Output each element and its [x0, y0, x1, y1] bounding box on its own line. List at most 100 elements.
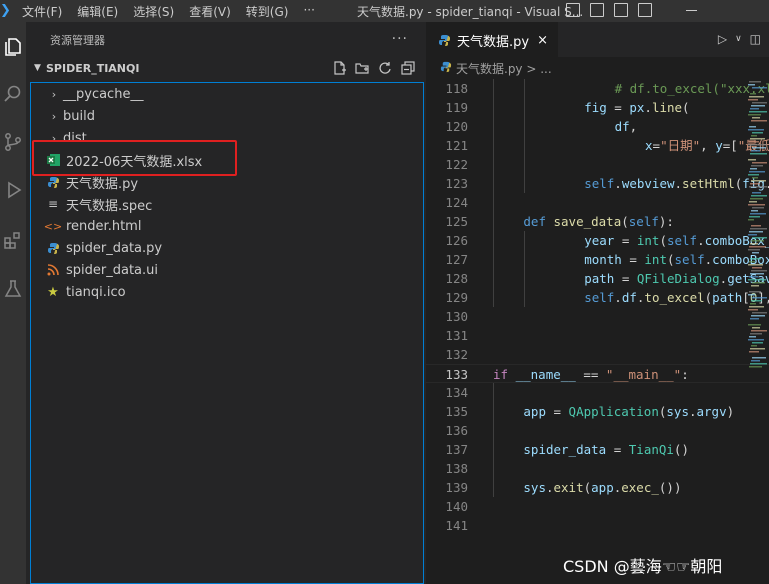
code-line[interactable]: 127 month = int(self.comboBox: [426, 250, 769, 269]
watermark: CSDN @藝海☜☞朝阳: [563, 557, 723, 576]
minimap-line: [750, 108, 759, 110]
python-file-icon: [45, 240, 61, 256]
toggle-secondary-sidebar-icon[interactable]: [614, 3, 628, 17]
editor-area: 天气数据.py × ▷ ∨ ◫ 天气数据.py > ... 118 # df.to…: [426, 22, 769, 584]
minimap[interactable]: [746, 79, 769, 419]
minimize-icon[interactable]: [686, 10, 697, 11]
chevron-down-icon[interactable]: ▼: [34, 63, 46, 73]
code-line[interactable]: 120 df,: [426, 117, 769, 136]
code-line[interactable]: 129 self.df.to_excel(path[0],: [426, 288, 769, 307]
code-line[interactable]: 133 if __name__ == "__main__":: [426, 364, 769, 383]
split-editor-icon[interactable]: ◫: [750, 32, 761, 46]
code-line[interactable]: 123 self.webview.setHtml(fig.: [426, 174, 769, 193]
tree-item-tianqi-ico[interactable]: ★ tianqi.ico: [31, 281, 423, 303]
code-line[interactable]: 137 spider_data = TianQi(): [426, 440, 769, 459]
code-text: self.webview.setHtml(fig.: [584, 176, 769, 191]
code-text: df,: [614, 119, 638, 134]
refresh-icon[interactable]: [377, 60, 393, 76]
tree-item-spider-data-ui[interactable]: spider_data.ui: [31, 259, 423, 281]
minimap-line: [750, 258, 761, 260]
new-file-icon[interactable]: [331, 60, 347, 76]
code-line[interactable]: 125 def save_data(self):: [426, 212, 769, 231]
search-icon[interactable]: [0, 81, 26, 107]
source-control-icon[interactable]: [0, 129, 26, 155]
menu-more[interactable]: ···: [303, 3, 314, 20]
menu-go[interactable]: 转到(G): [246, 3, 289, 20]
minimap-line: [749, 111, 767, 113]
tree-item-render-html[interactable]: <> render.html: [31, 215, 423, 237]
code-line[interactable]: 141: [426, 516, 769, 535]
minimap-line: [752, 312, 767, 314]
run-debug-icon[interactable]: [0, 177, 26, 203]
title-bar: ❯ 文件(F) 编辑(E) 选择(S) 查看(V) 转到(G) ··· 天气数据…: [0, 0, 769, 22]
code-text: self.df.to_excel(path[0],: [584, 290, 769, 305]
explorer-sidebar: 资源管理器 ··· ▼ SPIDER_TIANQI › __pycache__ …: [26, 22, 426, 584]
minimap-line: [748, 219, 754, 221]
code-line[interactable]: 134: [426, 383, 769, 402]
code-line[interactable]: 138: [426, 459, 769, 478]
code-line[interactable]: 124: [426, 193, 769, 212]
more-actions-icon[interactable]: ···: [392, 31, 408, 47]
code-text: fig = px.line(: [584, 100, 690, 115]
customize-layout-icon[interactable]: [638, 3, 652, 17]
code-line[interactable]: 119 fig = px.line(: [426, 98, 769, 117]
minimap-line: [752, 177, 758, 179]
code-line[interactable]: 132: [426, 345, 769, 364]
tree-item-pycache[interactable]: › __pycache__: [31, 83, 423, 105]
minimap-line: [751, 270, 767, 272]
line-number: 140: [445, 499, 468, 514]
code-line[interactable]: 118# df.to_excel("xxx.xlsx"): [426, 79, 769, 98]
minimap-line: [749, 336, 756, 338]
chevron-down-icon[interactable]: ∨: [735, 34, 742, 44]
code-line[interactable]: 139 sys.exit(app.exec_()): [426, 478, 769, 497]
line-number: 135: [445, 404, 468, 419]
menu-selection[interactable]: 选择(S): [133, 3, 174, 20]
code-line[interactable]: 121x="日期", y=["最低温",: [426, 136, 769, 155]
collapse-all-icon[interactable]: [400, 60, 416, 76]
python-file-icon: [438, 34, 451, 47]
explorer-icon[interactable]: [0, 34, 26, 60]
code-line[interactable]: 130: [426, 307, 769, 326]
minimap-line: [752, 87, 767, 89]
toggle-sidebar-icon[interactable]: [566, 3, 580, 17]
breadcrumb-path[interactable]: 天气数据.py > ...: [456, 60, 552, 77]
extensions-icon[interactable]: [0, 227, 26, 253]
testing-icon[interactable]: [0, 276, 26, 302]
code-line[interactable]: 126 year = int(self.comboBox_: [426, 231, 769, 250]
chevron-right-icon[interactable]: ›: [45, 110, 63, 123]
line-number: 133: [445, 367, 468, 382]
code-line[interactable]: 122: [426, 155, 769, 174]
close-icon[interactable]: ×: [537, 33, 548, 48]
minimap-line: [748, 114, 761, 116]
tree-item-spec[interactable]: ≡ 天气数据.spec: [31, 193, 423, 215]
code-line[interactable]: 140: [426, 497, 769, 516]
minimap-line: [748, 309, 758, 311]
code-editor[interactable]: 118# df.to_excel("xxx.xlsx") 119 fig = px.…: [426, 79, 769, 584]
toggle-panel-icon[interactable]: [590, 3, 604, 17]
code-line[interactable]: 135 app = QApplication(sys.argv): [426, 402, 769, 421]
minimap-line: [748, 99, 758, 101]
minimap-line: [751, 360, 760, 362]
new-folder-icon[interactable]: [354, 60, 370, 76]
line-number: 134: [445, 385, 468, 400]
sidebar-title: 资源管理器: [50, 33, 105, 47]
workspace-section-header[interactable]: ▼ SPIDER_TIANQI: [26, 57, 426, 79]
minimap-line: [749, 246, 766, 248]
minimap-line: [749, 351, 759, 353]
tree-item-build[interactable]: › build: [31, 105, 423, 127]
code-line[interactable]: 131: [426, 326, 769, 345]
tree-item-spider-data-py[interactable]: spider_data.py: [31, 237, 423, 259]
minimap-line: [751, 180, 766, 182]
minimap-line: [752, 267, 762, 269]
menu-edit[interactable]: 编辑(E): [77, 3, 118, 20]
code-line[interactable]: 136: [426, 421, 769, 440]
code-line[interactable]: 128 path = QFileDialog.getSav: [426, 269, 769, 288]
tab-weather-py[interactable]: 天气数据.py ×: [426, 22, 558, 57]
run-icon[interactable]: ▷: [718, 32, 727, 46]
line-number: 132: [445, 347, 468, 362]
menu-view[interactable]: 查看(V): [189, 3, 231, 20]
chevron-right-icon[interactable]: ›: [45, 88, 63, 101]
menu-file[interactable]: 文件(F): [22, 3, 62, 20]
minimap-line: [751, 285, 759, 287]
text-file-icon: ≡: [47, 197, 59, 211]
